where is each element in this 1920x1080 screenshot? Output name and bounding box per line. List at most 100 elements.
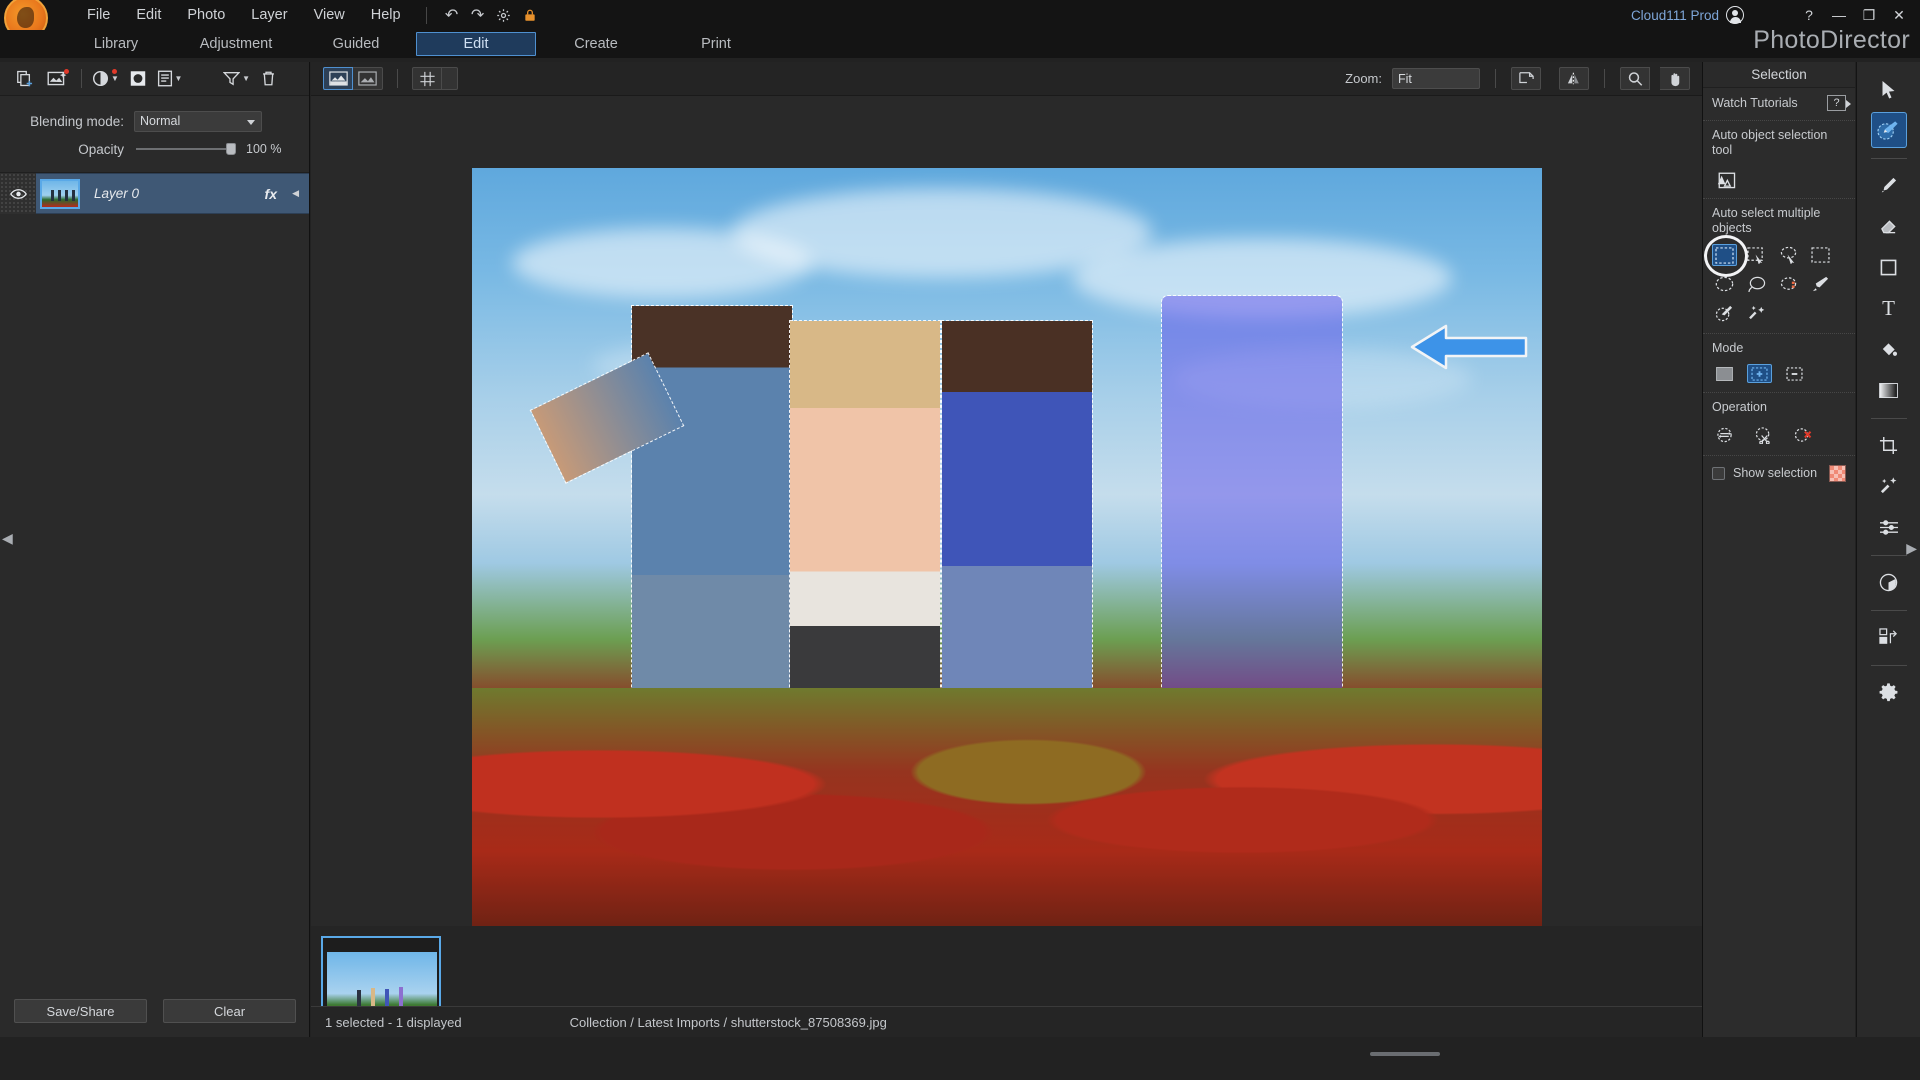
undo-icon[interactable]: ↶ [439,4,465,26]
filter-layers-icon[interactable]: ▼ [223,67,250,91]
settings-gear-icon[interactable] [1871,674,1907,710]
menu-item-file[interactable]: File [74,3,123,27]
mode-subtract-selection-icon[interactable] [1782,364,1807,383]
tab-library[interactable]: Library [56,33,176,55]
tab-create[interactable]: Create [536,33,656,55]
lock-icon[interactable] [517,4,543,26]
compare-view-icon[interactable] [323,67,353,90]
paint-bucket-tool-icon[interactable] [1871,331,1907,367]
pointer-tool-icon[interactable] [1871,71,1907,107]
module-tab-bar: Library Adjustment Guided Edit Create Pr… [0,30,1920,58]
hand-icon[interactable] [1660,67,1690,90]
layer-row[interactable]: Layer 0 fx ◀ [0,173,309,214]
single-view-icon[interactable] [353,67,383,90]
slider-handle[interactable] [226,143,236,155]
menu-item-view[interactable]: View [301,3,358,27]
opacity-row: Opacity 100 % [0,136,309,162]
refine-brush-icon[interactable] [1712,302,1737,324]
blending-mode-row: Blending mode: Normal [0,106,309,136]
layer-name[interactable]: Layer 0 [94,186,139,201]
lasso-icon[interactable] [1744,273,1769,295]
brand-title: PhotoDirector [1753,26,1910,55]
layer-visibility-toggle[interactable] [0,173,36,214]
adjustment-layer-icon[interactable]: ▼ [92,67,119,91]
zoom-select[interactable]: Fit [1392,68,1480,89]
left-panel-actions: Save/Share Clear [0,999,310,1023]
magic-wand-tool-icon[interactable] [1871,468,1907,504]
crop-tool-icon[interactable] [1871,427,1907,463]
eraser-tool-icon[interactable] [1871,208,1907,244]
layer-properties-icon[interactable]: ▼ [156,67,183,91]
add-image-layer-icon[interactable] [44,67,71,91]
shape-tool-icon[interactable] [1871,249,1907,285]
selection-count-label: 1 selected - 1 displayed [325,1015,462,1030]
show-selection-row[interactable]: Show selection [1703,456,1855,490]
left-pointing-arrow-annotation [1408,318,1528,374]
auto-select-multiple-icon[interactable] [1712,244,1737,266]
tab-guided[interactable]: Guided [296,33,416,55]
grid-overlay-icon[interactable] [412,67,442,90]
menu-item-help[interactable]: Help [358,3,414,27]
edited-photo[interactable] [472,168,1542,928]
magnifier-icon[interactable] [1620,67,1650,90]
zoom-value: Fit [1398,72,1412,86]
help-button[interactable]: ? [1794,2,1824,28]
blending-mode-select[interactable]: Normal [134,111,262,132]
mode-label: Mode [1712,341,1846,356]
delete-layer-icon[interactable] [255,67,282,91]
gradient-tool-icon[interactable] [1871,372,1907,408]
menu-item-layer[interactable]: Layer [238,3,300,27]
clear-button[interactable]: Clear [163,999,296,1023]
account-area[interactable]: Cloud111 Prod [1631,0,1744,30]
adjustment-sliders-icon[interactable] [1871,509,1907,545]
auto-object-selection-icon[interactable] [1712,167,1737,189]
tab-print[interactable]: Print [656,33,776,55]
flip-icon[interactable] [1559,67,1589,90]
menu-item-photo[interactable]: Photo [174,3,238,27]
delete-selection-icon[interactable] [1790,424,1815,446]
show-selection-checkbox[interactable] [1712,467,1725,480]
magic-wand-icon[interactable] [1744,302,1769,324]
zoom-controls: Zoom: Fit [1345,67,1690,90]
canvas-toolbar: Zoom: Fit [311,62,1702,96]
mask-layer-icon[interactable] [124,67,151,91]
tab-edit[interactable]: Edit [416,32,536,56]
chevron-left-icon[interactable]: ◀ [292,188,299,199]
ellipse-marquee-icon[interactable] [1712,273,1737,295]
selection-color-swatch[interactable] [1829,465,1846,482]
contrast-tool-icon[interactable] [1871,564,1907,600]
close-button[interactable]: ✕ [1884,2,1914,28]
save-share-button[interactable]: Save/Share [14,999,147,1023]
opacity-slider[interactable] [136,142,234,156]
collapse-left-panel-icon[interactable]: ◀ [2,530,13,547]
lasso-pointer-icon[interactable] [1776,244,1801,266]
selection-brush-tool-icon[interactable] [1871,112,1907,148]
smart-selection-icon[interactable] [1744,244,1769,266]
watch-tutorials-row[interactable]: Watch Tutorials ? [1703,88,1855,121]
horizontal-scrollbar[interactable] [1370,1052,1440,1056]
mode-new-selection-icon[interactable] [1712,364,1737,383]
pencil-tool-icon[interactable] [1871,167,1907,203]
selection-brush-icon[interactable] [1808,273,1833,295]
gear-icon[interactable] [491,4,517,26]
invert-selection-icon[interactable] [1712,424,1737,446]
text-tool-icon[interactable]: T [1871,290,1907,326]
minimize-button[interactable]: — [1824,2,1854,28]
mode-add-selection-icon[interactable] [1747,364,1772,383]
menu-item-edit[interactable]: Edit [123,3,174,27]
polygon-lasso-icon[interactable] [1776,273,1801,295]
tutorial-play-icon[interactable]: ? [1827,95,1846,111]
rotate-icon[interactable] [1511,67,1541,90]
cut-selection-icon[interactable] [1751,424,1776,446]
user-avatar-icon[interactable] [1726,6,1744,24]
rectangle-marquee-icon[interactable] [1808,244,1833,266]
grid-dropdown-icon[interactable] [442,67,458,90]
layer-fx-label[interactable]: fx [265,186,277,202]
collapse-right-panel-icon[interactable]: ▶ [1906,540,1917,557]
photo-canvas[interactable] [311,96,1702,926]
tab-adjustment[interactable]: Adjustment [176,33,296,55]
redo-icon[interactable]: ↷ [465,4,491,26]
add-layer-icon[interactable] [12,67,39,91]
arrange-layers-icon[interactable] [1871,619,1907,655]
restore-button[interactable]: ❐ [1854,2,1884,28]
